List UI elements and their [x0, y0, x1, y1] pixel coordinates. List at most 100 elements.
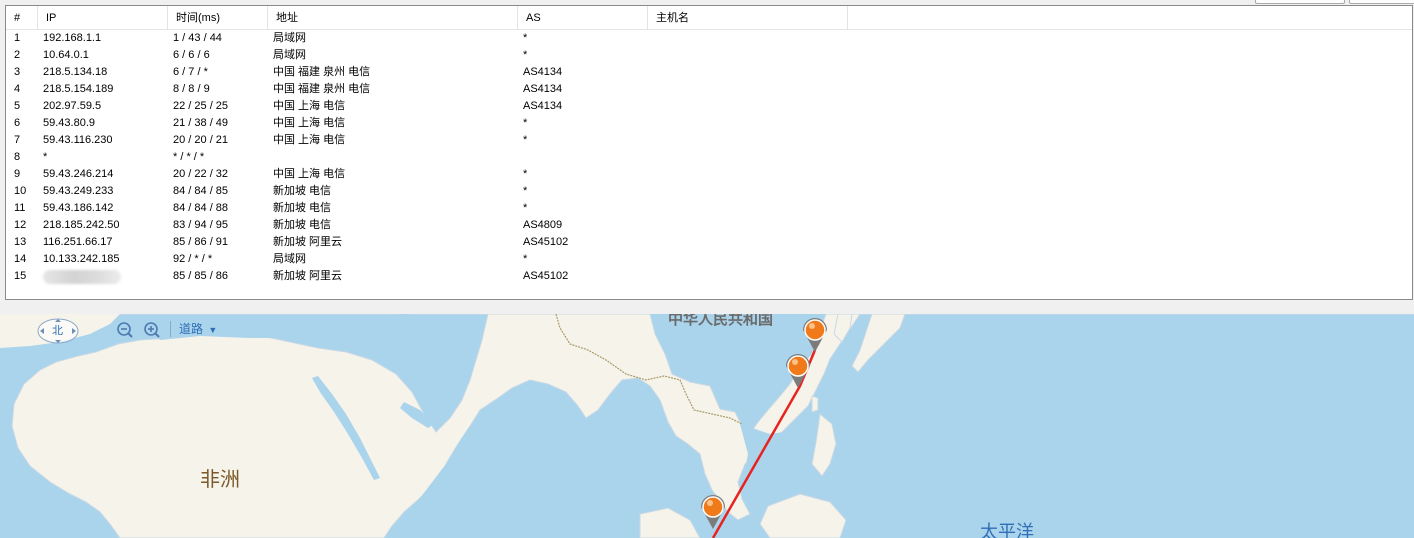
- cell-address: 新加坡 阿里云: [273, 270, 343, 282]
- route-map[interactable]: 中华人民共和国 非洲 太平洋 北 道路 ▼: [0, 314, 1414, 538]
- cell-time: 6 / 7 / *: [173, 66, 208, 78]
- redacted-ip: [43, 270, 121, 284]
- cell-address: 新加坡 电信: [273, 185, 332, 197]
- column-header-time[interactable]: 时间(ms): [168, 6, 268, 29]
- land-sumatra-malaya: [639, 507, 701, 538]
- table-row[interactable]: 5 202.97.59.5 22 / 25 / 25 中国 上海 电信 AS4134: [6, 98, 1412, 115]
- water-bay-of-bengal: [598, 410, 648, 490]
- map-label-china: 中华人民共和国: [668, 314, 773, 328]
- table-row[interactable]: 12 218.185.242.50 83 / 94 / 95 新加坡 电信 AS4809: [6, 217, 1412, 234]
- table-row[interactable]: 3 218.5.134.18 6 / 7 / * 中国 福建 泉州 电信 AS4134: [6, 64, 1412, 81]
- cell-hop: 8: [14, 151, 21, 163]
- cell-time: 85 / 85 / 86: [173, 270, 229, 282]
- cell-as: *: [523, 253, 528, 265]
- cell-time: 1 / 43 / 44: [173, 32, 222, 44]
- cell-ip: 59.43.186.142: [43, 202, 114, 214]
- cell-as: *: [523, 49, 528, 61]
- cell-address: 中国 福建 泉州 电信: [273, 66, 371, 78]
- zoom-out-icon: [117, 322, 133, 338]
- cell-time: 92 / * / *: [173, 253, 213, 265]
- cell-time: * / * / *: [173, 151, 205, 163]
- cell-ip: 59.43.116.230: [43, 134, 113, 146]
- table-row[interactable]: 9 59.43.246.214 20 / 22 / 32 中国 上海 电信 *: [6, 166, 1412, 183]
- cell-ip: 10.133.242.185: [43, 253, 120, 265]
- chevron-down-icon: ▼: [208, 325, 218, 335]
- cell-hop: 13: [14, 236, 27, 248]
- cell-as: *: [523, 117, 528, 129]
- table-row[interactable]: 6 59.43.80.9 21 / 38 / 49 中国 上海 电信 *: [6, 115, 1412, 132]
- column-header-hop[interactable]: #: [6, 6, 38, 29]
- map-canvas: 中华人民共和国 非洲 太平洋: [0, 314, 1414, 538]
- cell-address: 中国 福建 泉州 电信: [273, 83, 371, 95]
- cell-address: 中国 上海 电信: [273, 134, 346, 146]
- cell-hop: 2: [14, 49, 21, 61]
- cell-as: AS4134: [523, 66, 563, 78]
- table-row[interactable]: 11 59.43.186.142 84 / 84 / 88 新加坡 电信 *: [6, 200, 1412, 217]
- cell-as: AS4134: [523, 100, 563, 112]
- cell-hop: 1: [14, 32, 21, 44]
- map-label-africa: 非洲: [200, 467, 240, 491]
- cell-as: AS45102: [523, 236, 569, 248]
- cell-ip: 59.43.249.233: [43, 185, 114, 197]
- cell-hop: 5: [14, 100, 21, 112]
- cell-hop: 10: [14, 185, 27, 197]
- cell-ip: 218.185.242.50: [43, 219, 120, 231]
- land-philippines: [811, 413, 837, 477]
- map-compass[interactable]: 北: [36, 318, 80, 344]
- compass-north-label: 北: [52, 324, 63, 337]
- cell-hop: 3: [14, 66, 21, 78]
- water-caspian: [396, 314, 414, 348]
- cell-address: 中国 上海 电信: [273, 168, 346, 180]
- table-row[interactable]: 7 59.43.116.230 20 / 20 / 21 中国 上海 电信 *: [6, 132, 1412, 149]
- cell-address: 局域网: [273, 253, 306, 265]
- cell-address: 局域网: [273, 49, 306, 61]
- cell-time: 20 / 22 / 32: [173, 168, 229, 180]
- zoom-in-button[interactable]: [143, 321, 161, 339]
- water-south-china-sea: [740, 424, 808, 498]
- cell-hop: 4: [14, 83, 21, 95]
- cell-as: *: [523, 185, 528, 197]
- zoom-out-button[interactable]: [116, 321, 134, 339]
- table-row[interactable]: 2 10.64.0.1 6 / 6 / 6 局域网 *: [6, 47, 1412, 64]
- cell-time: 8 / 8 / 9: [173, 83, 210, 95]
- cell-hop: 6: [14, 117, 21, 129]
- cell-time: 85 / 86 / 91: [173, 236, 229, 248]
- land-borneo: [759, 493, 847, 538]
- cell-ip: 59.43.80.9: [43, 117, 95, 129]
- table-header: # IP 时间(ms) 地址 AS 主机名: [6, 6, 1412, 30]
- cell-ip: 10.64.0.1: [43, 49, 89, 61]
- cell-address: 新加坡 阿里云: [273, 236, 343, 248]
- column-header-hostname[interactable]: 主机名: [648, 6, 848, 29]
- cell-ip: 218.5.154.189: [43, 83, 114, 95]
- table-row[interactable]: 15 85 / 85 / 86 新加坡 阿里云 AS45102: [6, 268, 1412, 285]
- zoom-in-icon: [144, 322, 160, 338]
- table-row[interactable]: 13 116.251.66.17 85 / 86 / 91 新加坡 阿里云 AS4510…: [6, 234, 1412, 251]
- cell-as: *: [523, 32, 528, 44]
- table-row[interactable]: 4 218.5.154.189 8 / 8 / 9 中国 福建 泉州 电信 AS4134: [6, 81, 1412, 98]
- cell-address: 新加坡 电信: [273, 219, 332, 231]
- cell-hop: 11: [14, 202, 26, 214]
- column-header-as[interactable]: AS: [518, 6, 648, 29]
- toolbar-button[interactable]: [1349, 0, 1414, 4]
- column-header-ip[interactable]: IP: [38, 6, 168, 29]
- table-row[interactable]: 8 * * / * / *: [6, 149, 1412, 166]
- table-row[interactable]: 10 59.43.249.233 84 / 84 / 85 新加坡 电信 *: [6, 183, 1412, 200]
- map-type-label: 道路: [179, 322, 204, 336]
- map-label-pacific: 太平洋: [980, 522, 1034, 538]
- cell-ip: 192.168.1.1: [43, 32, 102, 44]
- cell-time: 84 / 84 / 85: [173, 185, 229, 197]
- map-type-dropdown[interactable]: 道路 ▼: [179, 320, 217, 338]
- land-taiwan: [811, 395, 819, 413]
- cell-ip: [43, 268, 121, 285]
- control-divider: [170, 321, 171, 337]
- cell-address: 局域网: [273, 32, 306, 44]
- table-row[interactable]: 14 10.133.242.185 92 / * / * 局域网 *: [6, 251, 1412, 268]
- table-body: 1 192.168.1.1 1 / 43 / 44 局域网 * 2 10.64.0.1 6 /…: [6, 30, 1412, 285]
- table-row[interactable]: 1 192.168.1.1 1 / 43 / 44 局域网 *: [6, 30, 1412, 47]
- cell-as: *: [523, 168, 528, 180]
- cell-address: 中国 上海 电信: [273, 117, 346, 129]
- cell-hop: 15: [14, 270, 27, 282]
- toolbar-button[interactable]: [1255, 0, 1345, 4]
- column-header-address[interactable]: 地址: [268, 6, 518, 29]
- cell-ip: 202.97.59.5: [43, 100, 102, 112]
